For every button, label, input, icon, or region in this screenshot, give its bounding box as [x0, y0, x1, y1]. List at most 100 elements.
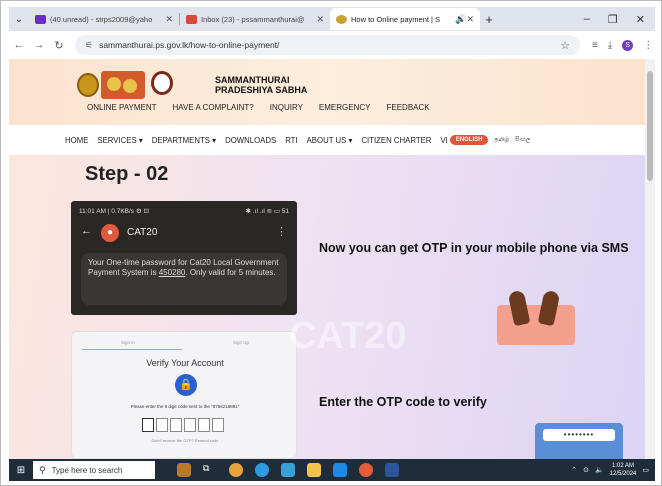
download-icon[interactable]: ⤓ [608, 40, 612, 51]
site-header: SAMMANTHURAI PRADESHIYA SABHA ONLINE PAY… [9, 59, 645, 125]
reading-mode-icon[interactable]: ≡ [592, 40, 598, 51]
cat20-watermark: CAT20 [289, 315, 407, 357]
tray-chevron-icon[interactable]: ⌃ [571, 466, 577, 474]
edge-browser-icon[interactable] [255, 463, 269, 477]
emblem-app-icon[interactable] [177, 463, 191, 477]
page-scrollbar[interactable] [645, 59, 655, 459]
clock-time: 1:02 AM [612, 463, 635, 469]
windows-taskbar: ⊞ ⚲ Type here to search ⧉ ⌃ ⊙ 🔈 1:02 AM … [9, 459, 655, 481]
resend-code-text: Didn't receive the OTP? Resend code [151, 438, 219, 443]
nav-citizen-charter[interactable]: CITIZEN CHARTER [361, 136, 431, 145]
network-icon[interactable]: ⊙ [583, 466, 589, 474]
tab-how-to-online-payment[interactable]: How to Online payment | S 🔊✕ [330, 8, 480, 30]
task-view-icon[interactable]: ⧉ [203, 463, 217, 477]
coin-icon [107, 77, 121, 91]
browser-tab-strip: ⌄ (40 unread) - strps2009@yaho ✕ Inbox (… [9, 7, 655, 31]
chrome-icon[interactable] [359, 463, 373, 477]
nav-services[interactable]: SERVICES ▾ [97, 136, 142, 145]
mail-app-icon[interactable] [281, 463, 295, 477]
nav-inquiry[interactable]: INQUIRY [270, 103, 303, 112]
nav-home[interactable]: HOME [65, 136, 88, 145]
back-icon[interactable]: ← [9, 39, 29, 51]
screenshot-frame: ⌄ (40 unread) - strps2009@yaho ✕ Inbox (… [0, 0, 662, 486]
file-explorer-icon[interactable] [307, 463, 321, 477]
otp-digit-box [184, 418, 196, 432]
yahoo-mail-icon [35, 14, 46, 24]
nav-departments[interactable]: DEPARTMENTS ▾ [152, 136, 216, 145]
header-logos [77, 67, 187, 103]
typing-hands-illustration [497, 289, 575, 345]
taskbar-apps: ⧉ [177, 463, 399, 477]
sms-text-end: . Only valid for 5 minutes. [185, 268, 276, 277]
widgets-icon[interactable] [229, 463, 243, 477]
taskbar-clock[interactable]: 1:02 AM 12/5/2024 [610, 462, 637, 478]
nav-feedback[interactable]: FEEDBACK [386, 103, 429, 112]
minimize-icon[interactable]: – [584, 13, 590, 26]
org-name-line2: PRADESHIYA SABHA [215, 85, 308, 95]
coin-icon [123, 79, 137, 93]
tab-sign-up: Sign Up [232, 340, 249, 345]
step-title: Step - 02 [85, 163, 169, 185]
nav-have-a-complaint[interactable]: HAVE A COMPLAINT? [173, 103, 254, 112]
lang-english-button[interactable]: ENGLISH [449, 135, 489, 145]
browser-toolbar: ← → ↻ ⚟ sammanthurai.ps.gov.lk/how-to-on… [9, 31, 655, 59]
profile-avatar[interactable]: S [622, 39, 634, 51]
forward-icon[interactable]: → [29, 39, 49, 51]
coins-image [101, 71, 145, 99]
store-app-icon[interactable] [333, 463, 347, 477]
volume-icon[interactable]: 🔈 [595, 466, 604, 474]
site-info-icon[interactable]: ⚟ [85, 40, 93, 51]
council-seal-icon [151, 71, 173, 95]
back-arrow-icon: ← [81, 225, 92, 237]
sms-screenshot: 11:01 AM | 0.7KB/s ⚙ ⊡ ✱ .ıl .ıl ≋ ▭ 51 … [71, 201, 297, 315]
verify-instruction: Please enter the 6 digit code sent to th… [130, 404, 240, 409]
verify-tabs: Sign In Sign Up [72, 340, 298, 345]
restore-icon[interactable]: ❐ [608, 13, 618, 26]
contact-avatar-icon: ● [101, 224, 119, 242]
hand-icon [507, 289, 531, 327]
hand-icon [537, 289, 561, 327]
nav-about-us[interactable]: ABOUT US ▾ [307, 136, 353, 145]
verify-account-screenshot: Sign In Sign Up Verify Your Account 🔒 Pl… [71, 331, 297, 459]
notifications-icon[interactable]: ▭ [642, 466, 649, 474]
tab-gmail-inbox[interactable]: Inbox (23) - pssammanthurai@ ✕ [180, 8, 330, 30]
address-bar[interactable]: ⚟ sammanthurai.ps.gov.lk/how-to-online-p… [75, 35, 580, 55]
browser-tools: ≡ ⤓ S ⋮ [592, 39, 653, 51]
nav-downloads[interactable]: DOWNLOADS [225, 136, 276, 145]
otp-digit-box [212, 418, 224, 432]
lang-sinhala-button[interactable]: සිංහල [515, 137, 530, 144]
scrollbar-thumb[interactable] [647, 71, 653, 181]
search-icon: ⚲ [39, 464, 46, 475]
lock-icon: 🔒 [175, 374, 197, 396]
top-navigation: ONLINE PAYMENT HAVE A COMPLAINT? INQUIRY… [87, 103, 430, 112]
close-window-icon[interactable]: ✕ [636, 13, 645, 26]
reload-icon[interactable]: ↻ [49, 39, 69, 52]
word-app-icon[interactable] [385, 463, 399, 477]
new-tab-button[interactable]: + [480, 12, 498, 27]
phone-status-left: 11:01 AM | 0.7KB/s ⚙ ⊡ [79, 208, 149, 215]
org-name-line1: SAMMANTHURAI [215, 75, 290, 85]
otp-dots: •••••••• [543, 429, 615, 441]
nav-emergency[interactable]: EMERGENCY [319, 103, 371, 112]
nav-rti[interactable]: RTI [285, 136, 297, 145]
sms-message-bubble: Your One-time password for Cat20 Local G… [81, 253, 287, 305]
windows-start-icon[interactable]: ⊞ [9, 465, 33, 476]
gmail-icon [186, 14, 197, 24]
nav-online-payment[interactable]: ONLINE PAYMENT [87, 103, 157, 112]
bookmark-star-icon[interactable]: ☆ [560, 39, 570, 52]
close-tab-icon[interactable]: ✕ [161, 14, 173, 25]
active-tab-underline [82, 349, 182, 350]
main-navigation: HOME SERVICES ▾ DEPARTMENTS ▾ DOWNLOADS … [9, 125, 645, 155]
otp-heading: Now you can get OTP in your mobile phone… [319, 241, 629, 255]
otp-digit-box [156, 418, 168, 432]
close-tab-icon[interactable]: ✕ [312, 14, 324, 25]
tab-search-chevron-icon[interactable]: ⌄ [9, 14, 29, 25]
lang-tamil-button[interactable]: தமிழ் [494, 137, 509, 144]
nav-truncated-item[interactable]: VI [440, 136, 447, 145]
tab-yahoo-mail[interactable]: (40 unread) - strps2009@yaho ✕ [29, 8, 179, 30]
site-emblem-icon [336, 14, 347, 24]
menu-kebab-icon[interactable]: ⋮ [643, 40, 653, 51]
speaker-icon[interactable]: 🔊✕ [451, 14, 474, 25]
verify-title: Verify Your Account [146, 358, 224, 368]
taskbar-search[interactable]: ⚲ Type here to search [33, 461, 155, 479]
